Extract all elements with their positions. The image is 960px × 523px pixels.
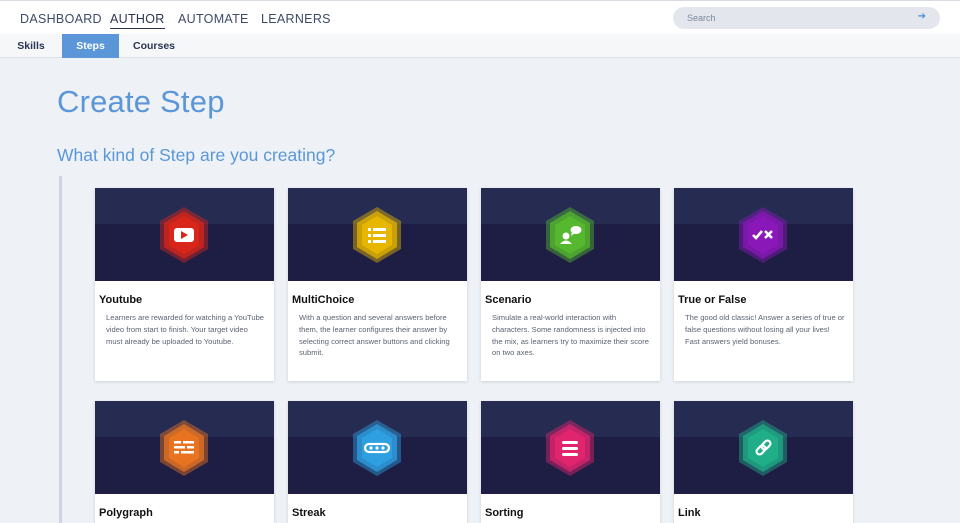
card-title: Scenario [485, 294, 532, 306]
chain-icon [353, 420, 401, 476]
step-card-streak[interactable]: Streak [288, 401, 467, 523]
card-title: Polygraph [99, 507, 153, 519]
list-icon [353, 207, 401, 263]
step-card-true-or-false[interactable]: True or False The good old classic! Answ… [674, 188, 853, 381]
step-card-youtube[interactable]: Youtube Learners are rewarded for watchi… [95, 188, 274, 381]
sub-navigation: Skills Steps Courses [0, 34, 960, 58]
step-card-scenario[interactable]: Scenario Simulate a real-world interacti… [481, 188, 660, 381]
section-rail [59, 176, 62, 523]
top-navigation: DASHBOARD AUTHOR AUTOMATE LEARNERS ➔ [0, 0, 960, 34]
card-title: True or False [678, 294, 747, 306]
page-title: Create Step [57, 84, 225, 119]
card-title: Streak [292, 507, 326, 519]
card-description: With a question and several answers befo… [299, 313, 450, 358]
tab-steps[interactable]: Steps [62, 34, 119, 58]
card-description: The good old classic! Answer a series of… [685, 313, 845, 346]
youtube-icon [160, 207, 208, 263]
page-subtitle: What kind of Step are you creating? [57, 145, 336, 165]
card-banner [95, 401, 274, 494]
nav-learners[interactable]: LEARNERS [261, 12, 331, 26]
step-card-link[interactable]: Link [674, 401, 853, 523]
nav-automate[interactable]: AUTOMATE [178, 12, 249, 26]
link-icon [739, 420, 787, 476]
card-banner [288, 188, 467, 281]
card-banner [481, 188, 660, 281]
card-banner [481, 401, 660, 494]
card-title: MultiChoice [292, 294, 355, 306]
search-box: ➔ [673, 7, 940, 29]
tab-skills[interactable]: Skills [0, 34, 62, 58]
nav-dashboard[interactable]: DASHBOARD [20, 12, 102, 26]
check-cross-icon [739, 207, 787, 263]
search-input[interactable] [687, 7, 907, 29]
step-card-polygraph[interactable]: Polygraph [95, 401, 274, 523]
card-title: Link [678, 507, 701, 519]
card-title: Sorting [485, 507, 524, 519]
step-card-sorting[interactable]: Sorting [481, 401, 660, 523]
card-banner [674, 401, 853, 494]
card-title: Youtube [99, 294, 143, 306]
sort-lines-icon [546, 420, 594, 476]
card-banner [288, 401, 467, 494]
tab-courses[interactable]: Courses [119, 34, 189, 58]
chat-person-icon [546, 207, 594, 263]
polygraph-icon [160, 420, 208, 476]
nav-author[interactable]: AUTHOR [110, 12, 165, 29]
card-description: Learners are rewarded for watching a You… [106, 313, 265, 346]
card-description: Simulate a real-world interaction with c… [492, 313, 649, 358]
step-card-multichoice[interactable]: MultiChoice With a question and several … [288, 188, 467, 381]
arrow-right-icon[interactable]: ➔ [918, 11, 926, 22]
card-banner [674, 188, 853, 281]
card-banner [95, 188, 274, 281]
